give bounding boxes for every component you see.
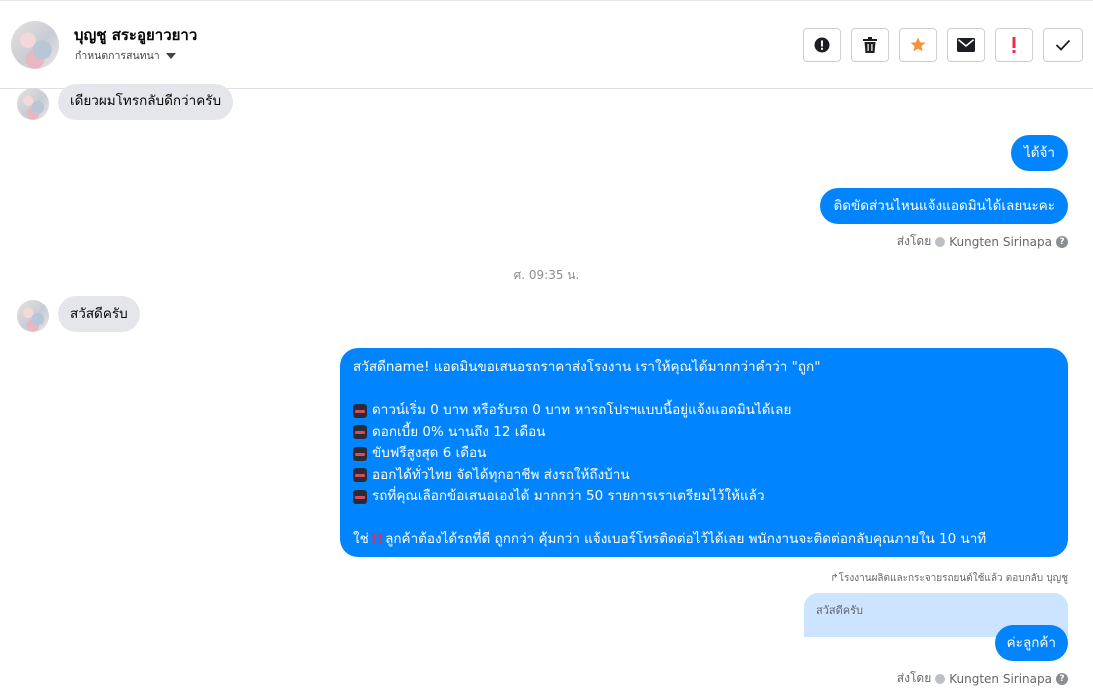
promo-last-line: ลูกค้าต้องได้รถที่ดี ถูกกว่า คุ้มกว่า แจ…: [385, 531, 987, 547]
admin-badge-icon: [935, 673, 946, 684]
caret-down-icon: [165, 52, 176, 59]
promo-line: สวัสดีname! แอดมินขอเสนอรถราคาส่งโรงงาน …: [353, 359, 821, 375]
promo-last-prefix: ใช่: [353, 531, 369, 547]
sent-by-label: ส่งโดย: [896, 671, 932, 685]
contact-name[interactable]: บุญชู สระอูยาวยาว: [74, 23, 197, 47]
outgoing-message[interactable]: ติดขัดส่วนไหนแจ้งแอดมินได้เลยนะคะ: [820, 188, 1068, 224]
conversation-schedule-dropdown[interactable]: กำหนดการสนทนา: [75, 47, 176, 64]
outgoing-message[interactable]: ค่ะลูกค้า: [994, 625, 1068, 661]
alert-circle-icon: [814, 37, 830, 53]
reply-info: ↱โรงงานผลิตและกระจายรถยนต์ใช้แล้ว ตอบกลั…: [830, 571, 1068, 586]
promo-item: รถที่คุณเลือกข้อเสนอเองได้ มากกว่า 50 รา…: [372, 488, 765, 504]
contact-avatar-small[interactable]: [17, 88, 49, 120]
promo-message[interactable]: สวัสดีname! แอดมินขอเสนอรถราคาส่งโรงงาน …: [340, 348, 1068, 557]
double-exclamation-icon: !!: [370, 531, 384, 547]
sent-by-name[interactable]: Kungten Sirinapa: [949, 672, 1052, 686]
sent-by-info: ส่งโดย Kungten Sirinapa ?: [897, 669, 1068, 688]
check-icon: [1055, 39, 1071, 51]
envelope-icon: [957, 38, 975, 52]
contact-avatar-small[interactable]: [17, 300, 49, 332]
promo-item: ดาวน์เริ่ม 0 บาท หรือรับรถ 0 บาท หารถโปร…: [372, 402, 792, 418]
mark-done-button[interactable]: [1043, 28, 1083, 62]
admin-badge-icon: [935, 236, 946, 247]
car-emoji-icon: [353, 425, 367, 440]
contact-avatar[interactable]: [11, 21, 59, 69]
report-button[interactable]: [803, 28, 841, 62]
delete-button[interactable]: [851, 28, 889, 62]
car-emoji-icon: [353, 446, 367, 461]
conversation-header: บุญชู สระอูยาวยาว กำหนดการสนทนา: [0, 0, 1093, 89]
star-icon: [910, 37, 926, 52]
schedule-label: กำหนดการสนทนา: [75, 50, 160, 62]
reply-arrow-icon: ↱: [830, 573, 839, 584]
outgoing-message[interactable]: ได้จ้า: [1010, 135, 1068, 171]
promo-item: ดอกเบี้ย 0% นานถึง 12 เดือน: [372, 423, 546, 440]
mark-important-button[interactable]: [995, 28, 1033, 62]
car-emoji-icon: [353, 403, 367, 418]
car-emoji-icon: [353, 489, 367, 504]
star-button[interactable]: [899, 28, 937, 62]
reply-info-text: โรงงานผลิตและกระจายรถยนต์ใช้แล้ว ตอบกลับ…: [838, 573, 1068, 584]
message-timestamp: ศ. 09:35 น.: [513, 268, 580, 282]
incoming-message[interactable]: สวัสดีครับ: [58, 296, 140, 332]
trash-icon: [863, 37, 877, 53]
mark-unread-button[interactable]: [947, 28, 985, 62]
car-emoji-icon: [353, 468, 367, 483]
exclamation-icon: [1012, 37, 1016, 53]
promo-item: ขับฟรีสูงสุด 6 เดือน: [372, 445, 487, 461]
sent-by-name[interactable]: Kungten Sirinapa: [949, 235, 1052, 249]
help-icon[interactable]: ?: [1056, 235, 1068, 248]
promo-item: ออกได้ทั่วไทย จัดได้ทุกอาชีพ ส่งรถให้ถึง…: [372, 466, 630, 483]
help-icon[interactable]: ?: [1056, 672, 1068, 685]
sent-by-label: ส่งโดย: [896, 234, 932, 248]
incoming-message[interactable]: เดียวผมโทรกลับดีกว่าครับ: [58, 84, 234, 120]
sent-by-info: ส่งโดย Kungten Sirinapa ?: [897, 232, 1068, 251]
